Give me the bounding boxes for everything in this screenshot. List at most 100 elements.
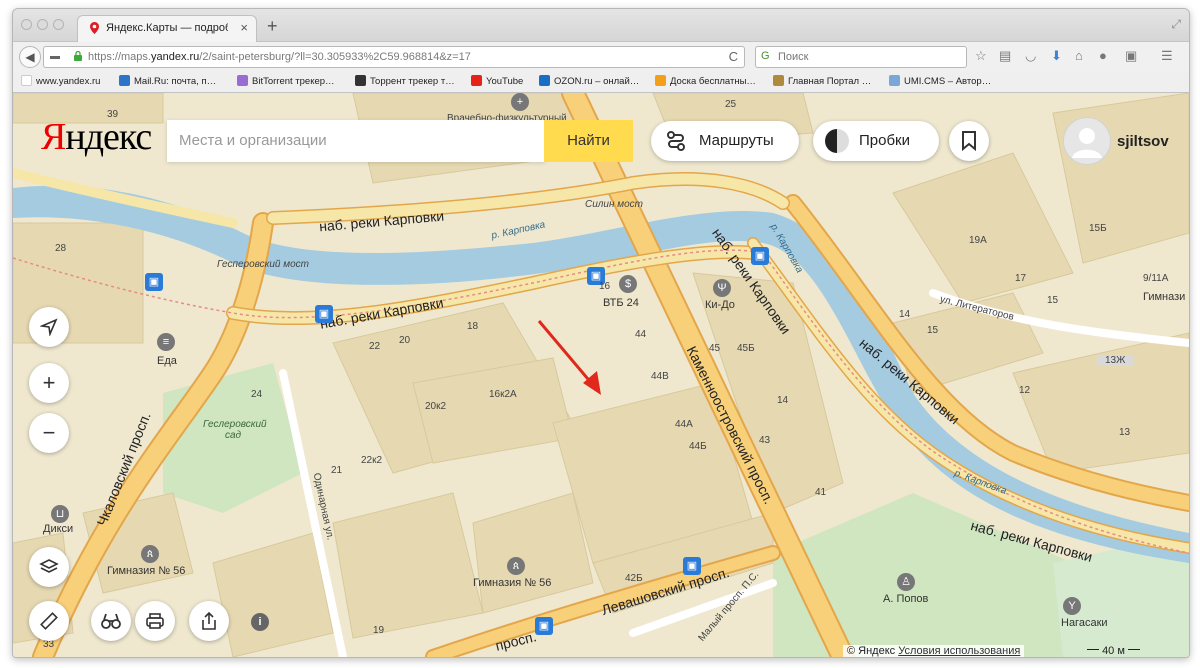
portal-favicon-icon (773, 75, 784, 86)
place-label-nagasaki[interactable]: Нагасаки (1061, 617, 1108, 629)
chat-icon[interactable]: ● (1099, 48, 1107, 63)
house-number: 24 (251, 389, 263, 400)
bookmark-torrent[interactable]: Торрент трекер т… (355, 75, 455, 87)
bus-stop-icon[interactable]: ▣ (315, 305, 333, 323)
place-label-eda[interactable]: Еда (157, 355, 177, 367)
restaurant-icon[interactable]: Ψ (713, 279, 731, 297)
username[interactable]: sjiltsov (1117, 133, 1169, 150)
school-icon[interactable]: ጰ (507, 557, 525, 575)
house-number: 22 (369, 341, 381, 352)
site-identity-icon[interactable]: ▬ (50, 51, 60, 62)
back-button[interactable]: ◀ (19, 46, 41, 68)
traffic-button[interactable]: Пробки (813, 121, 939, 161)
house-number: 43 (759, 435, 771, 446)
bookmark-portal[interactable]: Главная Портал … (773, 75, 871, 87)
house-number: 42Б (625, 573, 643, 584)
shield-icon[interactable]: ▣ (1125, 48, 1137, 64)
house-number: 41 (815, 487, 827, 498)
scale-bar: 40 м (1087, 645, 1140, 657)
panorama-button[interactable] (91, 601, 131, 641)
park-label-gesler: Геслеровский сад (203, 419, 267, 441)
bookmark-mailru[interactable]: Mail.Ru: почта, п… (119, 75, 216, 87)
bookmark-youtube[interactable]: YouTube (471, 75, 523, 87)
map-search-input[interactable]: Места и организации (167, 120, 545, 162)
place-label-kido[interactable]: Ки-До (705, 299, 735, 311)
mailru-favicon-icon (119, 75, 130, 86)
share-button[interactable] (189, 601, 229, 641)
bookmark-yandex[interactable]: www.yandex.ru (21, 75, 100, 87)
terms-link[interactable]: Условия использования (898, 645, 1020, 657)
close-window-button[interactable] (21, 19, 32, 30)
place-label-gymnasium-a[interactable]: Гимназия № 56 (107, 565, 185, 577)
monument-icon[interactable]: ♙ (897, 573, 915, 591)
geolocation-button[interactable] (29, 307, 69, 347)
zoom-window-button[interactable] (53, 19, 64, 30)
yandex-logo[interactable]: Яндекс (41, 115, 152, 159)
routes-button[interactable]: Маршруты (651, 121, 799, 161)
avatar[interactable] (1063, 117, 1111, 165)
print-button[interactable] (135, 601, 175, 641)
school-icon[interactable]: ጰ (141, 545, 159, 563)
traffic-icon (825, 129, 849, 153)
star-icon[interactable]: ☆ (975, 48, 987, 64)
house-number: 9/11А (1143, 273, 1169, 284)
place-label-popov[interactable]: А. Попов (883, 593, 928, 605)
house-number: 15 (927, 325, 939, 336)
bus-stop-icon[interactable]: ▣ (683, 557, 701, 575)
layers-button[interactable] (29, 547, 69, 587)
house-number: 44 (635, 329, 647, 340)
bookmark-icon (962, 131, 976, 152)
layers-icon (39, 559, 59, 573)
place-label-diksi[interactable]: Дикси (43, 523, 73, 535)
zoom-in-button[interactable]: + (29, 363, 69, 403)
hospital-icon[interactable]: + (511, 93, 529, 111)
map-canvas[interactable]: наб. реки Карповки наб. реки Карповки на… (13, 93, 1189, 657)
minimize-window-button[interactable] (37, 19, 48, 30)
zoom-out-button[interactable]: − (29, 413, 69, 453)
url-text: https://maps.yandex.ru/2/saint-petersbur… (88, 51, 471, 63)
reload-icon[interactable]: C (729, 49, 738, 64)
bittorrent-favicon-icon (237, 75, 248, 86)
bank-icon[interactable]: $ (619, 275, 637, 293)
tab-close-icon[interactable]: × (240, 20, 248, 35)
house-number: 21 (331, 465, 343, 476)
browser-search-field[interactable]: G Поиск (755, 46, 967, 68)
new-tab-button[interactable]: + (267, 16, 278, 37)
pocket-icon[interactable]: ◡ (1025, 48, 1036, 64)
cafe-icon[interactable]: ≡ (157, 333, 175, 351)
shop-icon[interactable]: ⊔ (51, 505, 69, 523)
place-label-gymnasium-right[interactable]: Гимнази (1143, 291, 1185, 303)
reading-list-icon[interactable]: ▤ (999, 48, 1011, 64)
house-number: 22к2 (361, 455, 383, 466)
download-icon[interactable]: ⬇ (1051, 48, 1062, 64)
url-bar[interactable]: ▬ https://maps.yandex.ru/2/saint-petersb… (43, 46, 745, 68)
house-number: 45Б (737, 343, 755, 354)
bookmarks-button[interactable] (949, 121, 989, 161)
bar-icon[interactable]: Y (1063, 597, 1081, 615)
torrent-favicon-icon (355, 75, 366, 86)
umicms-favicon-icon (889, 75, 900, 86)
place-label-vtb[interactable]: ВТБ 24 (603, 297, 639, 309)
bookmark-umicms[interactable]: UMI.CMS – Автор… (889, 75, 991, 87)
bookmark-ozon[interactable]: OZON.ru – онлай… (539, 75, 639, 87)
house-number: 44А (675, 419, 693, 430)
map-search-placeholder: Места и организации (179, 132, 327, 149)
share-icon (202, 611, 216, 630)
bookmark-bittorrent[interactable]: BitTorrent трекер… (237, 75, 335, 87)
ruler-button[interactable] (29, 601, 69, 641)
menu-icon[interactable]: ☰ (1161, 48, 1173, 64)
bus-stop-icon[interactable]: ▣ (145, 273, 163, 291)
minus-icon: − (42, 420, 56, 445)
bookmark-doska[interactable]: Доска бесплатны… (655, 75, 756, 87)
ruler-icon (40, 612, 58, 630)
bus-stop-icon[interactable]: ▣ (535, 617, 553, 635)
search-engine-icon[interactable]: G (761, 50, 770, 62)
info-icon[interactable]: i (251, 613, 269, 631)
home-icon[interactable]: ⌂ (1075, 48, 1083, 63)
place-label-gymnasium-b[interactable]: Гимназия № 56 (473, 577, 551, 589)
find-button[interactable]: Найти (544, 120, 633, 162)
fullscreen-icon[interactable]: ⤢ (1171, 17, 1181, 32)
bus-stop-icon[interactable]: ▣ (751, 247, 769, 265)
tab-yandex-maps[interactable]: Яндекс.Карты — подроб… × (77, 15, 257, 42)
house-number: 16 (599, 281, 611, 292)
